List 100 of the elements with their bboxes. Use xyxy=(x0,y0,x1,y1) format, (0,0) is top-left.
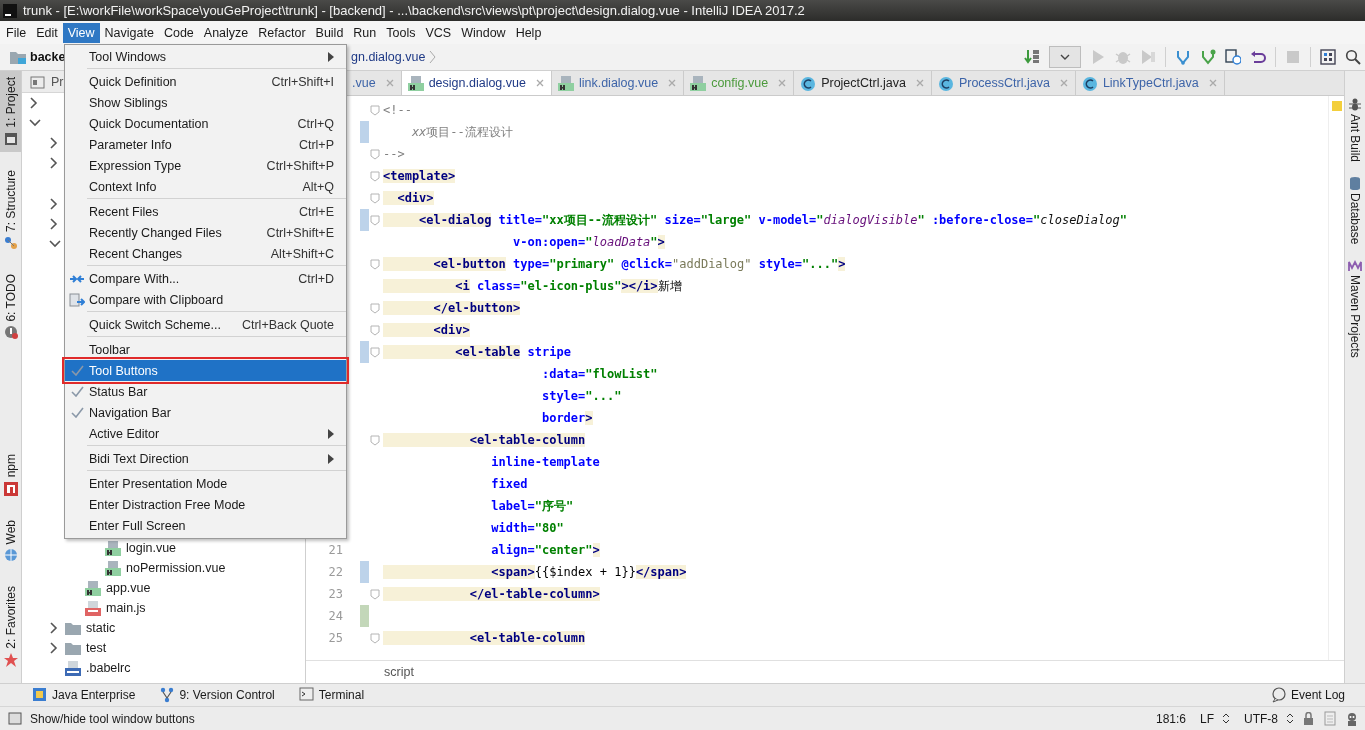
tool-window-button[interactable]: 7: Structure xyxy=(0,163,21,256)
project-structure-icon[interactable] xyxy=(1320,49,1336,65)
menu-item[interactable]: Expression Type Ctrl+Shift+P xyxy=(65,155,346,176)
menu-item[interactable]: Quick Documentation Ctrl+Q xyxy=(65,113,346,134)
fold-marker-icon[interactable] xyxy=(370,588,380,600)
fold-marker-icon[interactable] xyxy=(370,346,380,358)
menu-item[interactable]: Tools xyxy=(381,22,421,43)
tree-item[interactable]: .babelrc xyxy=(84,661,131,675)
menu-item[interactable]: Navigation Bar xyxy=(65,402,346,423)
fold-marker-icon[interactable] xyxy=(370,434,380,446)
menu-item[interactable]: Recently Changed Files Ctrl+Shift+E xyxy=(65,222,346,243)
debug-icon[interactable] xyxy=(1115,49,1131,65)
menu-item[interactable]: Enter Full Screen xyxy=(65,515,346,536)
change-marker[interactable] xyxy=(360,341,369,363)
menu-item[interactable]: Recent Files Ctrl+E xyxy=(65,201,346,222)
tool-window-button[interactable]: 1: Project xyxy=(0,71,21,152)
menu-item[interactable]: Quick Switch Scheme... Ctrl+Back Quote xyxy=(65,314,346,335)
menu-item[interactable]: Help xyxy=(510,22,547,43)
tool-window-button[interactable]: Java Enterprise xyxy=(32,687,136,703)
tree-item[interactable]: test xyxy=(84,641,107,655)
tool-window-button[interactable]: 6: TODO xyxy=(0,267,21,346)
change-marker[interactable] xyxy=(360,605,369,627)
encoding-selector[interactable]: UTF-8 xyxy=(1244,711,1278,726)
breadcrumb-item[interactable]: gn.dialog.vue xyxy=(351,50,426,64)
close-icon[interactable] xyxy=(777,78,788,88)
menu-item[interactable]: Compare With... Ctrl+D xyxy=(65,268,346,289)
menu-item[interactable]: Tool Windows xyxy=(65,46,346,67)
run-config-dropdown[interactable] xyxy=(1049,46,1081,68)
menu-item[interactable]: Enter Distraction Free Mode xyxy=(65,494,346,515)
menu-item[interactable]: VCS xyxy=(420,22,457,43)
fold-marker-icon[interactable] xyxy=(370,632,380,644)
close-icon[interactable] xyxy=(1207,78,1218,88)
caret-position[interactable]: 181:6 xyxy=(1155,711,1186,726)
editor-tab[interactable]: ProjectCtrl.java xyxy=(794,71,932,95)
menu-item[interactable]: Status Bar xyxy=(65,381,346,402)
panel-tab[interactable]: Pr xyxy=(30,74,64,89)
menu-item[interactable]: Context Info Alt+Q xyxy=(65,176,346,197)
close-icon[interactable] xyxy=(1058,78,1069,88)
close-icon[interactable] xyxy=(384,78,395,88)
menu-item[interactable]: Tool Buttons xyxy=(65,360,346,381)
menu-item[interactable]: View xyxy=(62,22,100,43)
editor-tab[interactable]: ProcessCtrl.java xyxy=(931,71,1076,95)
fold-marker-icon[interactable] xyxy=(370,170,380,182)
menu-item[interactable]: Analyze xyxy=(198,22,254,43)
tool-window-button[interactable]: Terminal xyxy=(298,687,365,703)
vcs-commit-icon[interactable] xyxy=(1200,49,1216,65)
sort-icon[interactable] xyxy=(1024,49,1040,65)
fold-marker-icon[interactable] xyxy=(370,324,380,336)
fold-marker-icon[interactable] xyxy=(370,214,380,226)
close-icon[interactable] xyxy=(667,78,678,88)
menu-item[interactable]: Show Siblings xyxy=(65,92,346,113)
tool-window-button[interactable]: npm xyxy=(0,448,21,502)
change-marker[interactable] xyxy=(360,209,369,231)
menu-item[interactable]: File xyxy=(1,22,32,43)
change-marker[interactable] xyxy=(360,561,369,583)
tree-item[interactable]: static xyxy=(84,621,116,635)
menu-item[interactable]: Compare with Clipboard xyxy=(65,289,346,310)
tool-window-button[interactable]: Web xyxy=(0,513,21,569)
document-icon[interactable] xyxy=(1323,711,1337,726)
tool-window-button[interactable]: Event Log xyxy=(1270,687,1345,703)
tool-window-button[interactable]: 2: Favorites xyxy=(0,580,21,673)
fold-marker-icon[interactable] xyxy=(370,148,380,160)
tool-window-button[interactable]: Maven Projects xyxy=(1345,258,1365,359)
breadcrumb-item[interactable]: script xyxy=(384,665,414,679)
revert-icon[interactable] xyxy=(1250,49,1266,65)
tool-window-button[interactable]: Database xyxy=(1345,176,1365,245)
fold-marker-icon[interactable] xyxy=(370,104,380,116)
menu-item[interactable]: Window xyxy=(456,22,511,43)
lock-icon[interactable] xyxy=(1302,711,1315,726)
search-icon[interactable] xyxy=(1345,49,1361,65)
menu-item[interactable]: Navigate xyxy=(99,22,159,43)
close-icon[interactable] xyxy=(534,78,545,88)
editor-tab[interactable]: link.dialog.vue xyxy=(551,71,685,95)
fold-marker-icon[interactable] xyxy=(370,258,380,270)
tree-item[interactable]: app.vue xyxy=(104,581,151,595)
vcs-update-icon[interactable] xyxy=(1175,49,1191,65)
tool-buttons-toggle-icon[interactable] xyxy=(8,712,22,725)
change-marker[interactable] xyxy=(360,121,369,143)
breadcrumb-item[interactable]: backe xyxy=(30,50,66,64)
menu-item[interactable]: Enter Presentation Mode xyxy=(65,473,346,494)
menu-item[interactable]: Active Editor xyxy=(65,423,346,444)
tool-window-button[interactable]: Ant Build xyxy=(1345,97,1365,163)
menu-item[interactable]: Refactor xyxy=(253,22,311,43)
run-icon[interactable] xyxy=(1090,49,1106,65)
stop-icon[interactable] xyxy=(1285,49,1301,65)
menu-item[interactable]: Code xyxy=(158,22,199,43)
tree-item[interactable]: main.js xyxy=(104,601,146,615)
menu-item[interactable]: Parameter Info Ctrl+P xyxy=(65,134,346,155)
coverage-icon[interactable] xyxy=(1140,49,1156,65)
tree-item[interactable]: login.vue xyxy=(124,541,177,555)
menu-item[interactable]: Recent Changes Alt+Shift+C xyxy=(65,243,346,264)
fold-marker-icon[interactable] xyxy=(370,302,380,314)
editor-tab[interactable]: LinkTypeCtrl.java xyxy=(1075,71,1225,95)
menu-item[interactable]: Toolbar xyxy=(65,339,346,360)
tool-window-button[interactable]: 9: Version Control xyxy=(159,687,275,703)
editor-tab[interactable]: design.dialog.vue xyxy=(401,71,552,95)
fold-marker-icon[interactable] xyxy=(370,192,380,204)
menu-item[interactable]: Bidi Text Direction xyxy=(65,448,346,469)
line-separator-selector[interactable]: LF xyxy=(1200,711,1214,726)
tree-item[interactable]: noPermission.vue xyxy=(124,561,226,575)
